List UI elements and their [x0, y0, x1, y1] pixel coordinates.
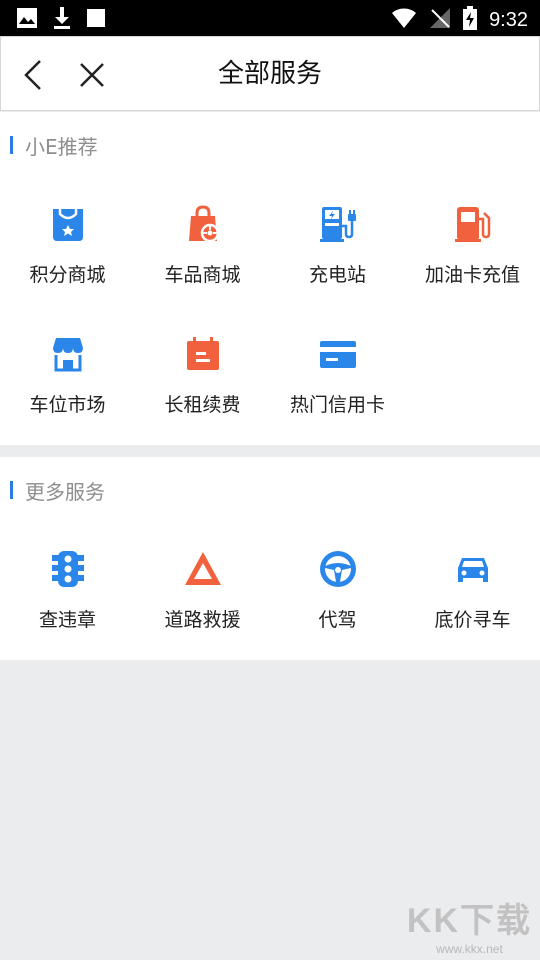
service-label: 充电站	[308, 264, 366, 286]
service-designated-driver[interactable]: 代驾	[270, 549, 405, 659]
service-charging-station[interactable]: 充电站	[270, 204, 405, 314]
service-label: 加油卡充值	[424, 264, 520, 286]
service-long-rent-renewal[interactable]: 长租续费	[135, 334, 270, 444]
car-icon	[453, 549, 493, 589]
section-accent-bar	[10, 481, 13, 499]
service-label: 道路救援	[164, 609, 241, 631]
points-mall-icon	[48, 204, 88, 244]
status-time: 9:32	[489, 9, 528, 31]
service-road-rescue[interactable]: 道路救援	[135, 549, 270, 659]
section-header: 小E推荐	[0, 130, 98, 160]
charging-station-icon	[318, 204, 358, 244]
page-title: 全部服务	[217, 59, 322, 89]
nav-bar: 全部服务	[0, 36, 540, 111]
service-credit-card[interactable]: 热门信用卡	[270, 334, 405, 444]
steering-wheel-icon	[318, 549, 358, 589]
service-label: 热门信用卡	[289, 394, 385, 416]
parking-market-icon	[48, 334, 88, 374]
fuel-card-icon	[453, 204, 493, 244]
section-accent-bar	[10, 136, 13, 154]
image-notification-icon	[16, 7, 38, 33]
status-bar: 9:32	[0, 0, 540, 36]
service-points-mall[interactable]: 积分商城	[0, 204, 135, 314]
car-goods-mall-icon	[183, 204, 223, 244]
service-label: 车品商城	[164, 264, 241, 286]
watermark-logo: KK下载	[406, 902, 532, 940]
service-car-goods-mall[interactable]: 车品商城	[135, 204, 270, 314]
service-label: 积分商城	[29, 264, 106, 286]
battery-charging-icon	[463, 6, 478, 34]
service-parking-market[interactable]: 车位市场	[0, 334, 135, 444]
service-fuel-card[interactable]: 加油卡充值	[405, 204, 540, 314]
long-rent-renewal-icon	[183, 334, 223, 374]
service-traffic-violation[interactable]: 查违章	[0, 549, 135, 659]
service-label: 车位市场	[29, 394, 106, 416]
section-header: 更多服务	[0, 475, 105, 505]
no-signal-icon	[429, 7, 451, 33]
warning-triangle-icon	[183, 549, 223, 589]
section-more-services: 更多服务 查违章 道路救援 代驾 底价寻车	[0, 457, 540, 660]
service-label: 查违章	[38, 609, 96, 631]
service-label: 长租续费	[164, 394, 241, 416]
download-notification-icon	[52, 6, 72, 34]
wifi-icon	[391, 7, 417, 33]
service-label: 底价寻车	[434, 609, 511, 631]
section-title: 小E推荐	[25, 134, 98, 159]
service-label: 代驾	[318, 609, 357, 631]
watermark-url: www.kkx.net	[436, 942, 503, 956]
square-notification-icon	[86, 8, 106, 32]
watermark: KK下载 www.kkx.net	[407, 893, 532, 956]
traffic-light-icon	[48, 549, 88, 589]
section-title: 更多服务	[25, 479, 105, 504]
credit-card-icon	[318, 334, 358, 374]
service-find-car[interactable]: 底价寻车	[405, 549, 540, 659]
section-recommend: 小E推荐 积分商城 车品商城 充电站 加油卡充值 车位市场 长租续费 热门信用卡	[0, 112, 540, 445]
